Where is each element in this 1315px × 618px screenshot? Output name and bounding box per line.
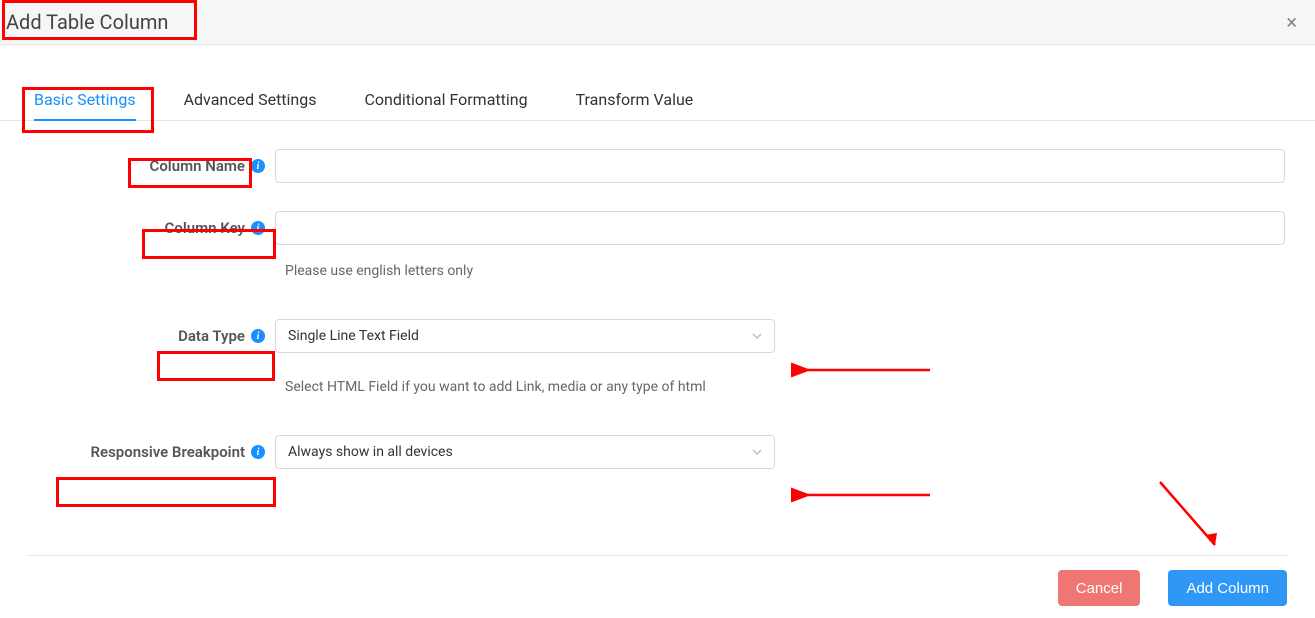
info-icon[interactable]: i	[251, 329, 265, 343]
modal-title: Add Table Column	[0, 10, 168, 34]
tabs: Basic Settings Advanced Settings Conditi…	[0, 90, 1315, 121]
row-data-type: Data Type i Single Line Text Field	[0, 319, 1315, 353]
label-column-key: Column Key	[165, 219, 245, 237]
info-icon[interactable]: i	[251, 445, 265, 459]
helper-column-key: Please use english letters only	[285, 263, 1315, 279]
annotation-box	[157, 351, 275, 381]
annotation-arrow	[1155, 477, 1235, 561]
helper-data-type: Select HTML Field if you want to add Lin…	[285, 379, 1315, 395]
chevron-down-icon	[752, 447, 762, 457]
row-column-name: Column Name i	[0, 149, 1315, 183]
column-key-input[interactable]	[275, 211, 1285, 245]
label-column-name: Column Name	[150, 157, 245, 175]
info-icon[interactable]: i	[251, 159, 265, 173]
tab-transform-value[interactable]: Transform Value	[576, 90, 694, 120]
modal-header: Add Table Column ×	[0, 0, 1315, 45]
modal-footer: Cancel Add Column	[28, 555, 1287, 606]
column-name-input[interactable]	[275, 149, 1285, 183]
responsive-value: Always show in all devices	[288, 444, 453, 460]
responsive-select[interactable]: Always show in all devices	[275, 435, 775, 469]
label-data-type: Data Type	[178, 327, 245, 345]
row-responsive: Responsive Breakpoint i Always show in a…	[0, 435, 1315, 469]
add-column-button[interactable]: Add Column	[1168, 570, 1287, 606]
row-column-key: Column Key i	[0, 211, 1315, 245]
info-icon[interactable]: i	[251, 221, 265, 235]
annotation-box	[56, 477, 276, 507]
label-responsive: Responsive Breakpoint	[90, 443, 245, 461]
chevron-down-icon	[752, 331, 762, 341]
tab-advanced-settings[interactable]: Advanced Settings	[184, 90, 317, 120]
cancel-button[interactable]: Cancel	[1058, 570, 1141, 606]
close-icon[interactable]: ×	[1286, 12, 1297, 32]
data-type-select[interactable]: Single Line Text Field	[275, 319, 775, 353]
tab-conditional-formatting[interactable]: Conditional Formatting	[365, 90, 528, 120]
annotation-arrow	[800, 487, 935, 507]
tab-basic-settings[interactable]: Basic Settings	[34, 90, 136, 121]
data-type-value: Single Line Text Field	[288, 328, 419, 344]
